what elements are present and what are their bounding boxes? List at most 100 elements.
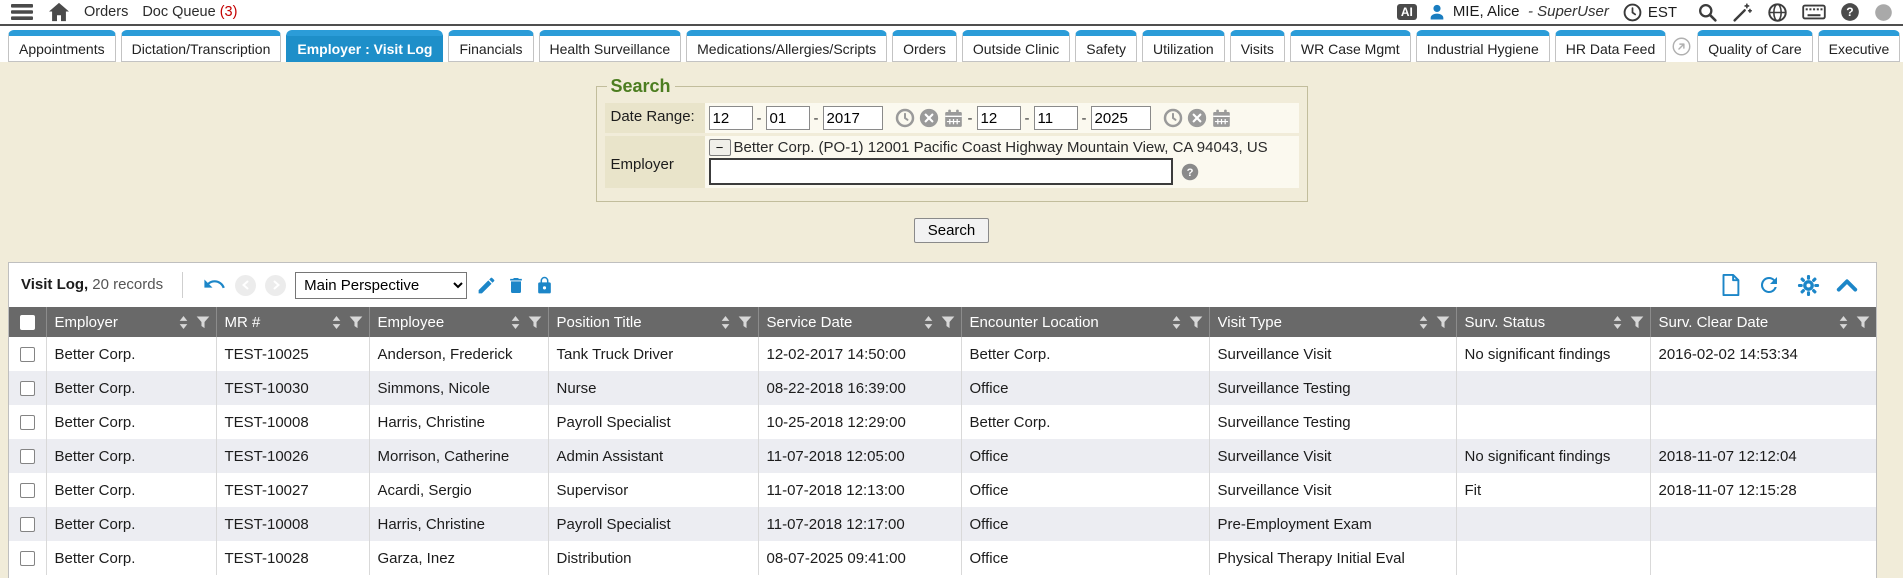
lock-icon[interactable]: [535, 275, 554, 296]
cell-position-title: Admin Assistant: [548, 439, 758, 473]
time-icon[interactable]: [895, 108, 915, 128]
to-day-input[interactable]: [1034, 106, 1078, 130]
tab-wr-case-mgmt[interactable]: WR Case Mgmt: [1290, 30, 1411, 62]
clear-icon[interactable]: [1187, 108, 1207, 128]
row-checkbox[interactable]: [20, 551, 35, 566]
new-document-icon[interactable]: [1720, 273, 1741, 297]
sort-icon[interactable]: [1837, 314, 1850, 331]
help-icon[interactable]: ?: [1840, 2, 1860, 22]
perspective-select[interactable]: Main Perspective: [295, 272, 467, 299]
date-dash: -: [814, 110, 819, 127]
tab-hr-data-feed[interactable]: HR Data Feed: [1555, 30, 1666, 62]
tab-dictation-transcription[interactable]: Dictation/Transcription: [121, 30, 282, 62]
filter-icon[interactable]: [348, 314, 364, 331]
tab-industrial-hygiene[interactable]: Industrial Hygiene: [1416, 30, 1550, 62]
sort-icon[interactable]: [922, 314, 935, 331]
person-icon[interactable]: [1427, 2, 1447, 22]
tab-safety[interactable]: Safety: [1075, 30, 1137, 62]
cell-surv-clear-date: 2018-11-07 12:15:28: [1650, 473, 1876, 507]
cell-employee: Acardi, Sergio: [369, 473, 548, 507]
filter-icon[interactable]: [1855, 314, 1871, 331]
clear-icon[interactable]: [919, 108, 939, 128]
next-icon[interactable]: [265, 275, 286, 296]
tab-utilization[interactable]: Utilization: [1142, 30, 1225, 62]
tab-appointments[interactable]: Appointments: [8, 30, 116, 62]
row-checkbox[interactable]: [20, 347, 35, 362]
user-role: - SuperUser: [1528, 3, 1609, 20]
filter-icon[interactable]: [195, 314, 211, 331]
select-all-checkbox[interactable]: [20, 315, 35, 330]
menu-item-doc-queue[interactable]: Doc Queue (3): [142, 4, 237, 20]
date-range-row: Date Range: - - - - -: [605, 103, 1299, 133]
from-day-input[interactable]: [766, 106, 810, 130]
from-year-input[interactable]: [823, 106, 883, 130]
search-button[interactable]: Search: [914, 218, 990, 243]
prev-icon[interactable]: [235, 275, 256, 296]
tab-visits[interactable]: Visits: [1230, 30, 1285, 62]
date-dash: -: [1025, 110, 1030, 127]
filter-icon[interactable]: [527, 314, 543, 331]
sort-icon[interactable]: [1170, 314, 1183, 331]
sort-icon[interactable]: [177, 314, 190, 331]
menu-item-orders[interactable]: Orders: [84, 4, 128, 20]
sort-icon[interactable]: [1611, 314, 1624, 331]
tab-outside-clinic[interactable]: Outside Clinic: [962, 30, 1070, 62]
filter-icon[interactable]: [1435, 314, 1451, 331]
filter-icon[interactable]: [737, 314, 753, 331]
calendar-icon[interactable]: [943, 108, 964, 129]
row-checkbox[interactable]: [20, 483, 35, 498]
filter-icon[interactable]: [1629, 314, 1645, 331]
column-header-visit-type[interactable]: Visit Type: [1209, 307, 1456, 337]
collapse-employer-button[interactable]: −: [709, 139, 731, 156]
column-header-service-date[interactable]: Service Date: [758, 307, 961, 337]
ai-badge[interactable]: AI: [1397, 4, 1417, 20]
to-month-input[interactable]: [977, 106, 1021, 130]
column-header-employer[interactable]: Employer: [46, 307, 216, 337]
column-header-encounter-location[interactable]: Encounter Location: [961, 307, 1209, 337]
sort-icon[interactable]: [330, 314, 343, 331]
gear-icon[interactable]: [1797, 274, 1820, 297]
tab-financials[interactable]: Financials: [448, 30, 533, 62]
filter-icon[interactable]: [1188, 314, 1204, 331]
undo-icon[interactable]: [202, 273, 226, 297]
wand-icon[interactable]: [1732, 2, 1753, 23]
to-year-input[interactable]: [1091, 106, 1151, 130]
tab-employer-visit-log[interactable]: Employer : Visit Log: [286, 30, 443, 62]
row-checkbox[interactable]: [20, 517, 35, 532]
sort-icon[interactable]: [509, 314, 522, 331]
home-icon[interactable]: [48, 2, 70, 22]
search-icon[interactable]: [1697, 2, 1718, 23]
row-checkbox[interactable]: [20, 381, 35, 396]
hamburger-icon[interactable]: [10, 2, 34, 22]
row-checkbox[interactable]: [20, 415, 35, 430]
employer-search-input[interactable]: [709, 158, 1173, 185]
sort-icon[interactable]: [1417, 314, 1430, 331]
tab-quality-of-care[interactable]: Quality of Care: [1697, 30, 1812, 62]
clock-icon[interactable]: [1623, 3, 1642, 22]
tab-health-surveillance[interactable]: Health Surveillance: [539, 30, 682, 62]
calendar-icon[interactable]: [1211, 108, 1232, 129]
sort-icon[interactable]: [719, 314, 732, 331]
column-header-surv-clear-date[interactable]: Surv. Clear Date: [1650, 307, 1876, 337]
tab-orders[interactable]: Orders: [892, 30, 957, 62]
column-header-surv-status[interactable]: Surv. Status: [1456, 307, 1650, 337]
cell-surv-clear-date: [1650, 541, 1876, 575]
trash-icon[interactable]: [506, 275, 526, 296]
pencil-icon[interactable]: [476, 275, 497, 296]
collapse-icon[interactable]: [1836, 277, 1858, 293]
globe-icon[interactable]: [1767, 2, 1788, 23]
tab-medications-allergies-scripts[interactable]: Medications/Allergies/Scripts: [686, 30, 887, 62]
cell-visit-type: Surveillance Testing: [1209, 405, 1456, 439]
column-header-position-title[interactable]: Position Title: [548, 307, 758, 337]
employer-help-icon[interactable]: ?: [1181, 163, 1199, 181]
from-month-input[interactable]: [709, 106, 753, 130]
time-icon[interactable]: [1163, 108, 1183, 128]
column-header-mr[interactable]: MR #: [216, 307, 369, 337]
tab-executive[interactable]: Executive: [1818, 30, 1901, 62]
row-checkbox[interactable]: [20, 449, 35, 464]
refresh-icon[interactable]: [1757, 273, 1781, 297]
filter-icon[interactable]: [940, 314, 956, 331]
column-header-employee[interactable]: Employee: [369, 307, 548, 337]
keyboard-icon[interactable]: [1802, 2, 1826, 22]
circle-arrow-icon[interactable]: [1671, 30, 1692, 62]
